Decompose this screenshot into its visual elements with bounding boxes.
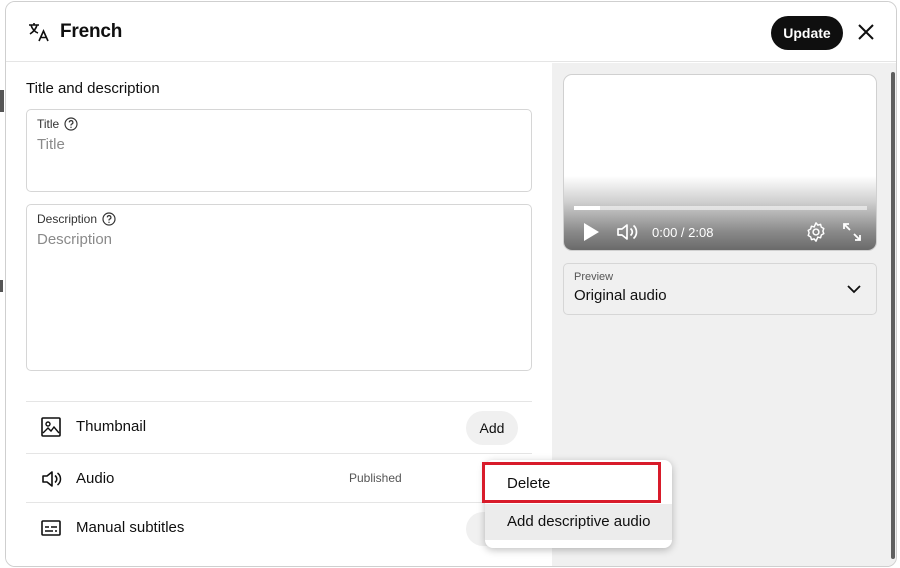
- title-label: Title: [37, 117, 60, 131]
- subtitles-row: Manual subtitles A: [26, 502, 532, 552]
- menu-item-add-descriptive-audio[interactable]: Add descriptive audio: [485, 504, 672, 540]
- time-display: 0:00 / 2:08: [652, 225, 714, 240]
- video-player[interactable]: 0:00 / 2:08: [563, 74, 877, 251]
- player-controls-gradient: [564, 176, 876, 250]
- description-label-group: Description: [37, 212, 116, 226]
- thumbnail-add-button[interactable]: Add: [466, 411, 518, 445]
- audio-label: Audio: [76, 470, 115, 487]
- update-button[interactable]: Update: [771, 16, 843, 50]
- help-icon[interactable]: [64, 117, 78, 131]
- audio-status: Published: [349, 471, 402, 485]
- progress-fill: [574, 206, 601, 210]
- subtitles-icon: [41, 520, 61, 536]
- preview-dropdown[interactable]: Preview Original audio: [563, 263, 877, 315]
- audio-icon: [42, 471, 62, 487]
- fullscreen-icon[interactable]: [842, 222, 862, 242]
- volume-icon[interactable]: [616, 221, 640, 243]
- translate-icon: [29, 23, 49, 42]
- dialog-title: French: [60, 21, 123, 42]
- audio-row: Audio Published: [26, 453, 532, 503]
- title-input[interactable]: Title: [37, 136, 65, 153]
- description-field[interactable]: Description Description: [26, 204, 532, 371]
- preview-value: Original audio: [574, 287, 667, 304]
- subtitles-label: Manual subtitles: [76, 519, 185, 536]
- help-icon[interactable]: [102, 212, 116, 226]
- progress-bar[interactable]: [574, 206, 867, 210]
- left-panel: Title and description Title Title Descri…: [6, 63, 552, 566]
- chevron-down-icon: [847, 285, 861, 294]
- gear-icon[interactable]: [805, 221, 827, 243]
- close-icon[interactable]: [856, 22, 876, 42]
- preview-label: Preview: [574, 271, 614, 283]
- highlight-box: [482, 462, 661, 503]
- background-fragment: [0, 90, 4, 112]
- thumbnail-row: Thumbnail Add: [26, 401, 532, 451]
- title-label-group: Title: [37, 117, 78, 131]
- play-icon[interactable]: [581, 222, 601, 242]
- image-icon: [41, 417, 61, 437]
- scrollbar[interactable]: [891, 72, 895, 559]
- thumbnail-label: Thumbnail: [76, 418, 147, 435]
- dialog-header: French Update: [6, 2, 896, 62]
- translation-dialog: French Update Title and description Titl…: [5, 1, 897, 567]
- section-title: Title and description: [26, 80, 160, 97]
- description-input[interactable]: Description: [37, 231, 112, 248]
- description-label: Description: [37, 212, 98, 226]
- title-field[interactable]: Title Title: [26, 109, 532, 192]
- background-fragment: [0, 280, 3, 292]
